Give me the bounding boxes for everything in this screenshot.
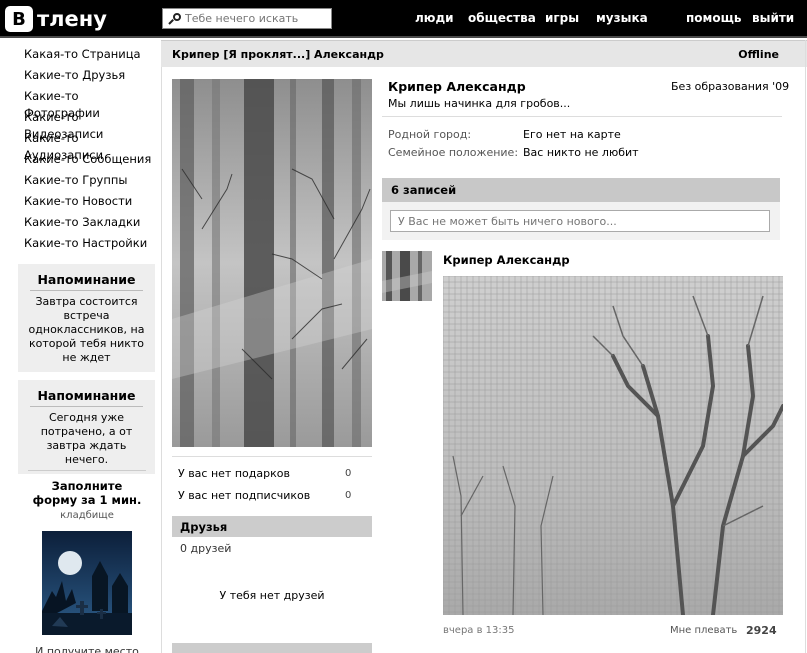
logo-letter: В bbox=[5, 6, 33, 32]
sidebar-item-messages[interactable]: Какие-то Сообщения bbox=[24, 151, 154, 172]
search-box[interactable] bbox=[162, 8, 332, 29]
friends-header[interactable]: Друзья bbox=[172, 516, 372, 537]
gifts-count: 0 bbox=[345, 468, 352, 479]
followers-count: 0 bbox=[345, 490, 352, 501]
reminder-box: Напоминание Сегодня уже потрачено, а от … bbox=[18, 380, 155, 474]
post-timestamp[interactable]: вчера в 13:35 bbox=[443, 625, 515, 636]
promo-subtitle: кладбище bbox=[60, 510, 114, 521]
friends-empty-message: У тебя нет друзей bbox=[219, 589, 325, 602]
divider bbox=[382, 116, 782, 117]
sidebar-item-friends[interactable]: Какие-то Друзья bbox=[24, 67, 154, 88]
reminder-title: Напоминание bbox=[30, 264, 143, 291]
section-header bbox=[172, 643, 372, 653]
profile-name: Крипер Александр bbox=[388, 79, 526, 94]
reminder-text: Сегодня уже потрачено, а от завтра ждать… bbox=[40, 411, 133, 466]
nav-people[interactable]: люди bbox=[415, 11, 454, 25]
nav-logout[interactable]: выйти bbox=[752, 11, 794, 25]
wall-post-input[interactable] bbox=[390, 210, 770, 232]
post-author-avatar[interactable] bbox=[382, 251, 432, 301]
nav-games[interactable]: игры bbox=[545, 11, 579, 25]
gifts-label[interactable]: У вас нет подарков bbox=[178, 467, 290, 480]
promo-title[interactable]: Заполните форму за 1 мин. bbox=[28, 479, 146, 507]
post-author-name[interactable]: Крипер Александр bbox=[443, 253, 570, 267]
graveyard-image[interactable] bbox=[42, 531, 132, 635]
relationship-value[interactable]: Вас никто не любит bbox=[523, 146, 639, 159]
left-menu: Какая-то Страница Какие-то Друзья Какие-… bbox=[24, 46, 154, 256]
divider bbox=[161, 67, 162, 653]
promo-block[interactable]: Заполните форму за 1 мин. кладбище И пол… bbox=[28, 470, 146, 653]
sidebar-item-groups[interactable]: Какие-то Группы bbox=[24, 172, 154, 193]
post-image[interactable] bbox=[443, 276, 783, 615]
post-like-count: 2924 bbox=[746, 624, 777, 637]
profile-photo[interactable] bbox=[172, 79, 372, 447]
sidebar-item-page[interactable]: Какая-то Страница bbox=[24, 46, 154, 67]
search-icon bbox=[168, 12, 181, 25]
sidebar-item-photos[interactable]: Какие-то Фотографии bbox=[24, 88, 154, 120]
divider bbox=[805, 40, 806, 653]
sidebar-item-settings[interactable]: Какие-то Настройки bbox=[24, 235, 154, 256]
top-bar: В тлену люди общества игры музыка помощь… bbox=[0, 0, 807, 38]
followers-label[interactable]: У вас нет подписчиков bbox=[178, 489, 310, 502]
search-input[interactable] bbox=[185, 12, 325, 25]
site-logo[interactable]: В тлену bbox=[5, 6, 107, 32]
nav-help[interactable]: помощь bbox=[686, 11, 741, 25]
divider bbox=[172, 456, 372, 457]
nav-music[interactable]: музыка bbox=[596, 11, 648, 25]
online-status: Offline bbox=[738, 48, 779, 61]
friends-count: 0 друзей bbox=[180, 542, 232, 555]
sidebar-item-bookmarks[interactable]: Какие-то Закладки bbox=[24, 214, 154, 235]
relationship-label: Семейное положение: bbox=[388, 146, 519, 159]
reminder-title: Напоминание bbox=[30, 380, 143, 407]
logo-text: тлену bbox=[37, 7, 107, 31]
hometown-value[interactable]: Его нет на карте bbox=[523, 128, 621, 141]
wall-count: 6 записей bbox=[391, 183, 457, 197]
promo-footer: И получите место на bbox=[35, 645, 139, 653]
status-text[interactable]: Мы лишь начинка для гробов... bbox=[388, 97, 570, 110]
education-label[interactable]: Без образования '09 bbox=[671, 80, 789, 93]
profile-header-bar: Крипер [Я проклят...] Александр Offline bbox=[161, 40, 807, 67]
post-like-button[interactable]: Мне плевать bbox=[670, 625, 737, 636]
hometown-label: Родной город: bbox=[388, 128, 472, 141]
wall-header[interactable]: 6 записей bbox=[382, 178, 780, 202]
nav-communities[interactable]: общества bbox=[468, 11, 536, 25]
sidebar-item-news[interactable]: Какие-то Новости bbox=[24, 193, 154, 214]
reminder-text: Завтра состоится встреча одноклассников,… bbox=[28, 295, 145, 364]
reminder-box: Напоминание Завтра состоится встреча одн… bbox=[18, 264, 155, 372]
friends-title: Друзья bbox=[180, 520, 228, 534]
profile-header-name: Крипер [Я проклят...] Александр bbox=[172, 48, 384, 61]
